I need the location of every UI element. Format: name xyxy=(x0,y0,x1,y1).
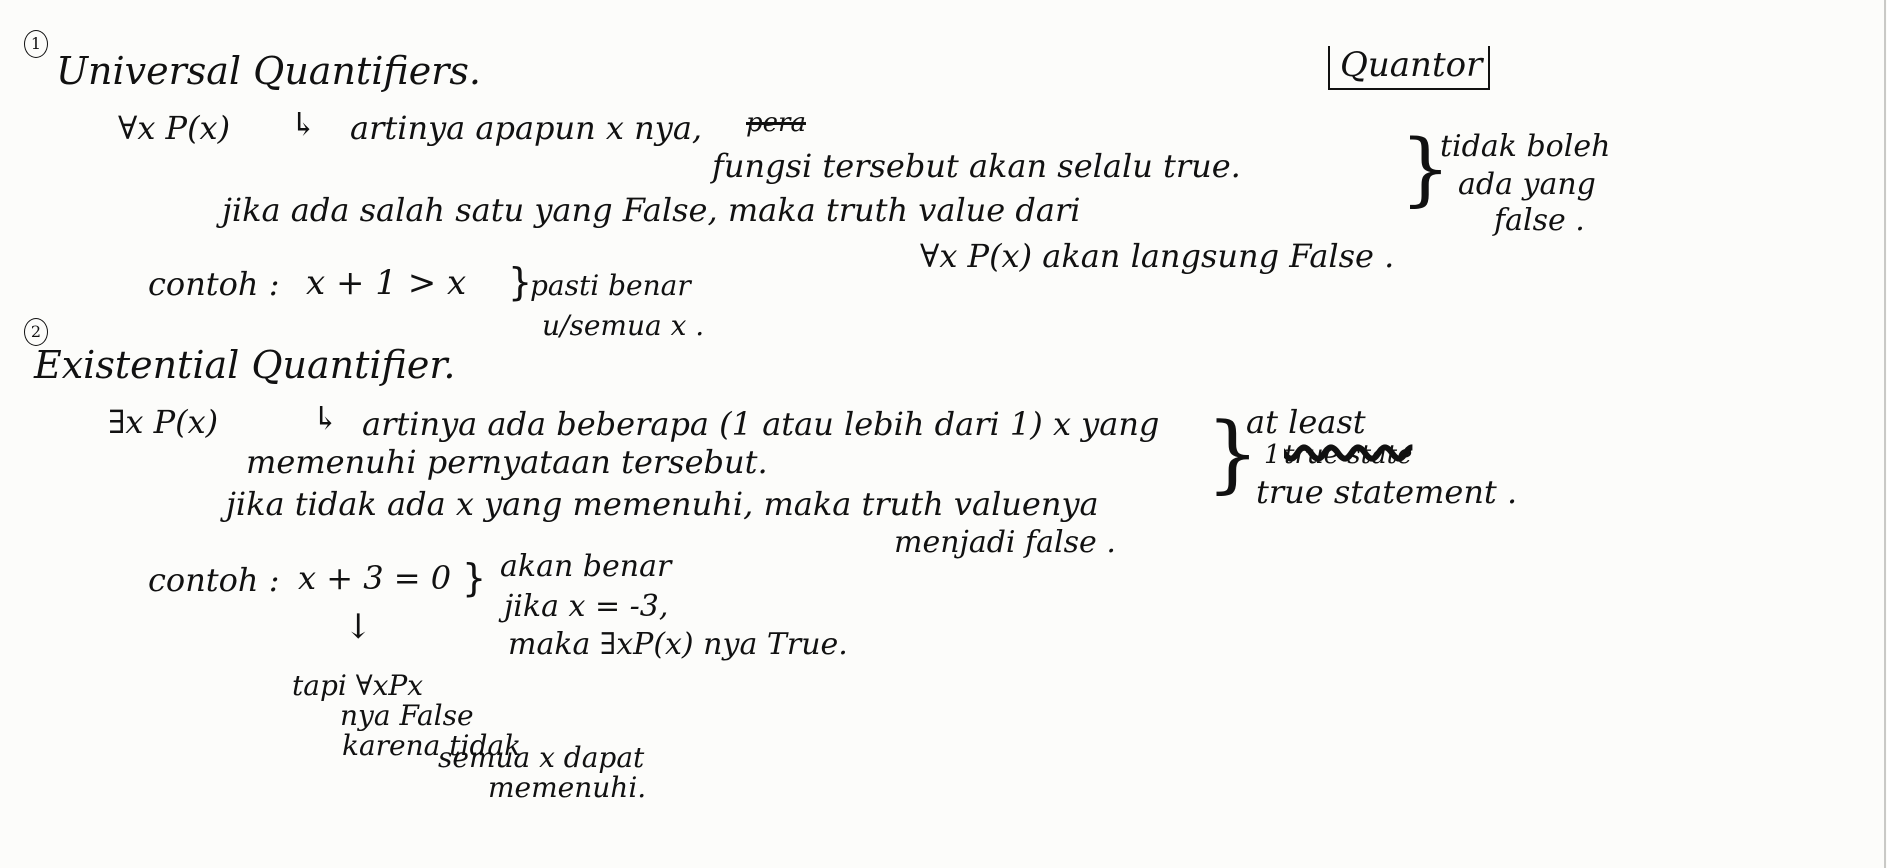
arrow-icon-2: ↳ xyxy=(312,399,339,437)
existential-def-line3: jika tidak ada x yang memenuhi, maka tru… xyxy=(226,485,1099,523)
existential-def-line2: memenuhi pernyataan tersebut. xyxy=(246,443,768,481)
example-note-1b: u/semua x . xyxy=(542,309,705,342)
side-note-2-line1: at least xyxy=(1246,403,1366,441)
side-note-2-line3: true statement . xyxy=(1256,473,1518,511)
counter-note-line5: memenuhi. xyxy=(488,771,647,804)
arrow-icon: ↳ xyxy=(290,105,317,143)
existential-def-line4: menjadi false . xyxy=(894,525,1116,560)
struck-word: pera xyxy=(746,108,806,138)
universal-formula: ∀x P(x) xyxy=(118,109,231,147)
example-note-2c: maka ∃xP(x) nya True. xyxy=(508,627,848,662)
side-note-1-line2: ada yang xyxy=(1458,167,1596,202)
universal-def-line2: fungsi tersebut akan selalu true. xyxy=(712,147,1241,185)
page-edge xyxy=(1884,0,1886,868)
example-expression-2: x + 3 = 0 xyxy=(298,559,452,597)
example-label-1: contoh : xyxy=(148,265,280,303)
side-note-2-line2-prefix: 1 xyxy=(1264,440,1281,470)
counter-note-line2: nya False xyxy=(340,699,474,732)
section-number-1: 1 xyxy=(24,30,48,58)
notebook-page: 1 Universal Quantifiers. ∀x P(x) ↳ artin… xyxy=(0,0,1887,868)
counter-note-line1: tapi ∀xPx xyxy=(292,669,424,702)
side-note-1-line1: tidak boleh xyxy=(1440,129,1611,164)
quantor-label: Quantor xyxy=(1328,46,1491,90)
existential-def-line1: artinya ada beberapa (1 atau lebih dari … xyxy=(362,405,1160,443)
counter-note-line4: semua x dapat xyxy=(438,741,645,774)
down-arrow-icon: ↓ xyxy=(344,607,373,647)
example-expression-1: x + 1 > x xyxy=(306,263,467,303)
section-title-universal: Universal Quantifiers. xyxy=(56,49,481,93)
universal-def-line4: ∀x P(x) akan langsung False . xyxy=(920,237,1395,275)
section-number-2: 2 xyxy=(24,318,48,346)
universal-def-line3: jika ada salah satu yang False, maka tru… xyxy=(222,191,1081,229)
side-note-1-line3: false . xyxy=(1494,203,1585,238)
example-note-2a: akan benar xyxy=(500,549,672,584)
example-note-2b: jika x = -3, xyxy=(504,589,669,624)
example-label-2: contoh : xyxy=(148,561,280,599)
universal-def-line1: artinya apapun x nya, xyxy=(350,109,703,147)
brace-icon-2: } xyxy=(462,556,487,600)
brace-icon: } xyxy=(508,260,533,304)
example-note-1a: pasti benar xyxy=(530,269,691,302)
existential-formula: ∃x P(x) xyxy=(108,403,219,441)
side-note-2-struck: true state xyxy=(1284,440,1413,470)
section-title-existential: Existential Quantifier. xyxy=(34,343,456,387)
